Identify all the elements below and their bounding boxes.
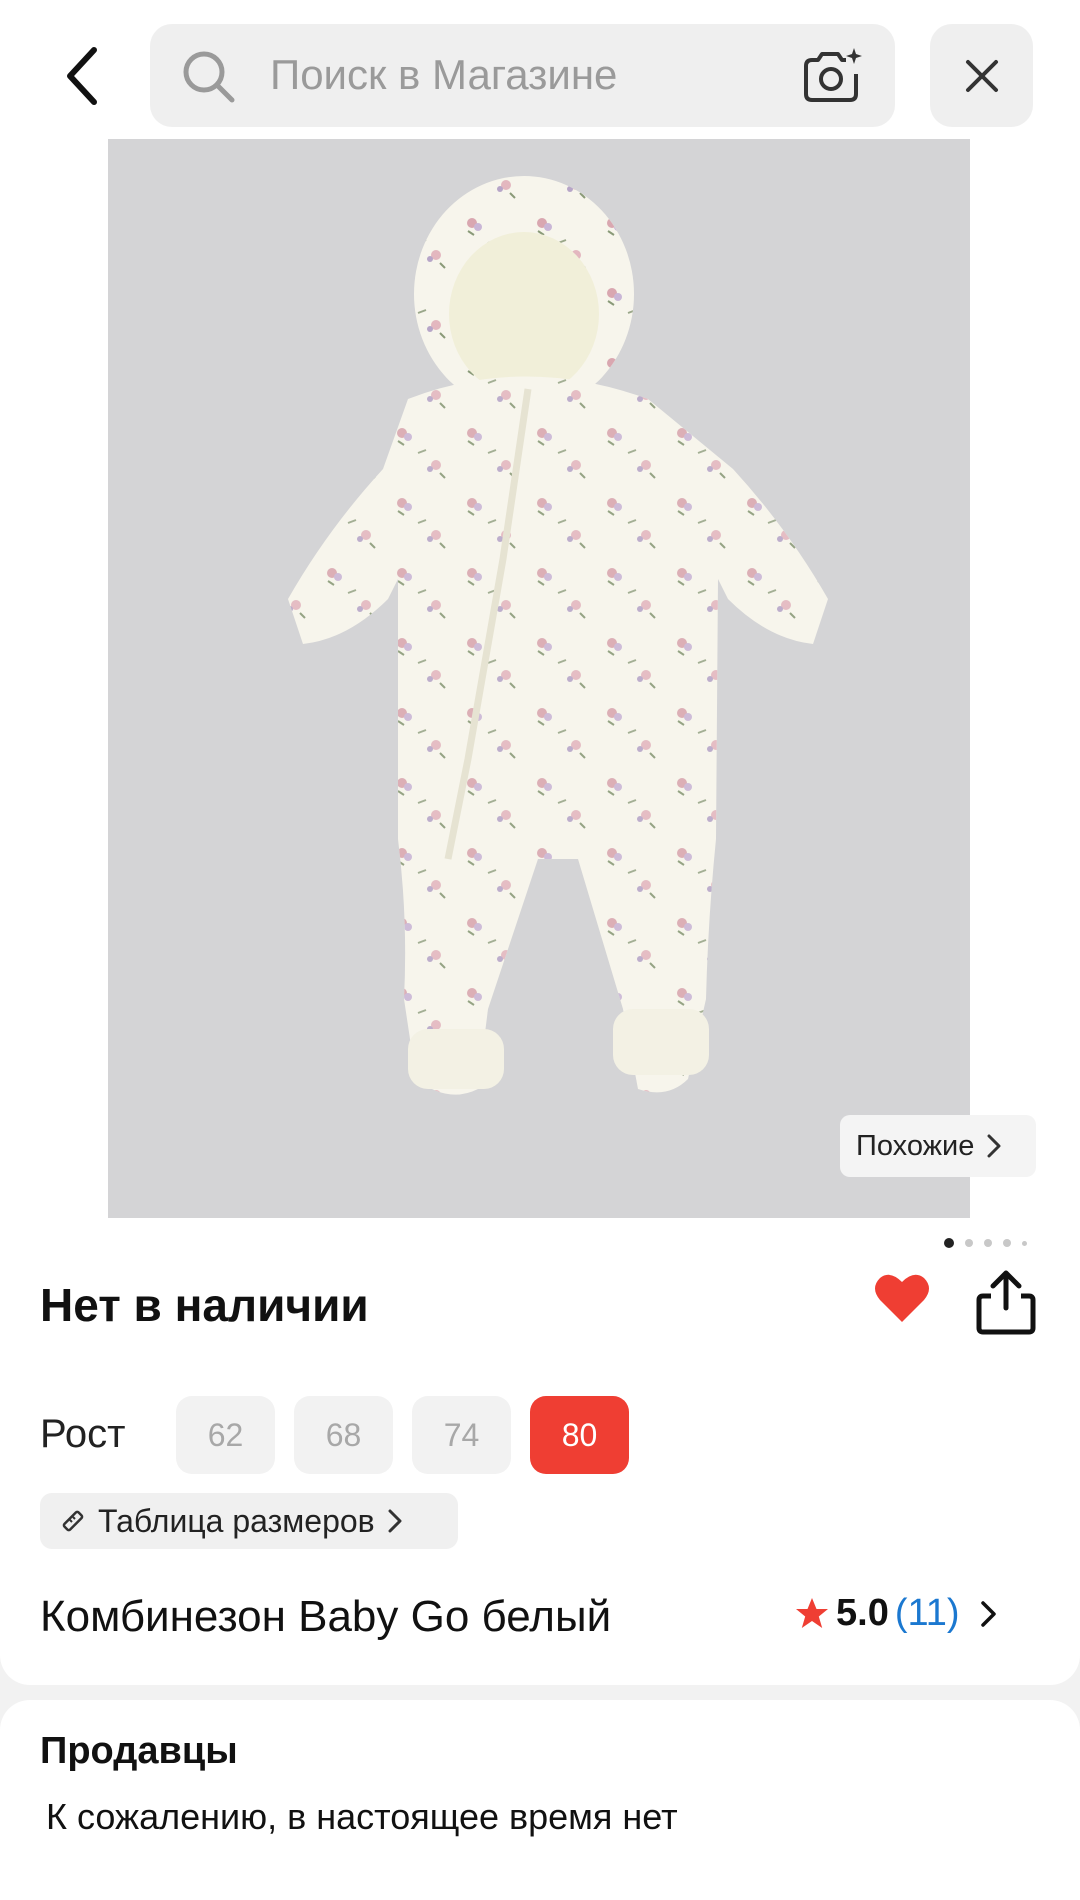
- size-table-label: Таблица размеров: [98, 1502, 375, 1539]
- sellers-card: Продавцы К сожалению, в настоящее время …: [0, 1700, 1080, 1900]
- jumpsuit-illustration: [288, 176, 828, 1095]
- chevron-right-icon: [987, 1134, 1001, 1158]
- sellers-title: Продавцы: [40, 1730, 238, 1772]
- similar-button-label: Похожие: [856, 1129, 975, 1162]
- share-icon[interactable]: [975, 1268, 1037, 1336]
- ruler-icon: [62, 1510, 84, 1532]
- search-bar[interactable]: [150, 24, 895, 127]
- pagination-dot[interactable]: [984, 1239, 992, 1247]
- search-icon: [183, 51, 235, 103]
- search-input[interactable]: [270, 42, 730, 108]
- close-icon: [965, 59, 998, 92]
- pagination-dot[interactable]: [944, 1238, 954, 1248]
- size-label: Рост: [40, 1412, 126, 1456]
- chevron-left-icon: [67, 47, 97, 105]
- camera-search-icon[interactable]: [800, 46, 864, 106]
- product-title: Комбинезон Baby Go белый: [40, 1592, 612, 1641]
- product-card: Похожие Нет в наличии Рост 62 68 74 80 Т…: [0, 0, 1080, 1685]
- size-table-button[interactable]: Таблица размеров: [40, 1493, 458, 1549]
- pagination-dot[interactable]: [965, 1239, 973, 1247]
- pagination-dot[interactable]: [1003, 1239, 1011, 1247]
- chevron-right-icon: [980, 1600, 996, 1627]
- size-chip-selected[interactable]: 80: [530, 1396, 629, 1474]
- chevron-right-icon: [388, 1509, 402, 1533]
- availability-status: Нет в наличии: [40, 1279, 369, 1331]
- size-chip[interactable]: 62: [176, 1396, 275, 1474]
- gallery-pagination: [944, 1238, 1027, 1248]
- size-options: 62 68 74 80: [176, 1396, 629, 1474]
- size-chip[interactable]: 74: [412, 1396, 511, 1474]
- product-image[interactable]: [108, 139, 970, 1218]
- rating-summary[interactable]: 5.0 (11): [794, 1592, 1000, 1635]
- reviews-count[interactable]: (11): [895, 1592, 960, 1635]
- size-chip[interactable]: 68: [294, 1396, 393, 1474]
- rating-score: 5.0: [836, 1592, 889, 1634]
- star-icon: [796, 1597, 828, 1628]
- similar-button[interactable]: Похожие: [840, 1115, 1036, 1177]
- close-button[interactable]: [930, 24, 1033, 127]
- pagination-dot[interactable]: [1022, 1240, 1027, 1246]
- sellers-message: К сожалению, в настоящее время нет: [46, 1796, 678, 1837]
- back-button[interactable]: [52, 40, 112, 112]
- heart-icon[interactable]: [874, 1272, 930, 1324]
